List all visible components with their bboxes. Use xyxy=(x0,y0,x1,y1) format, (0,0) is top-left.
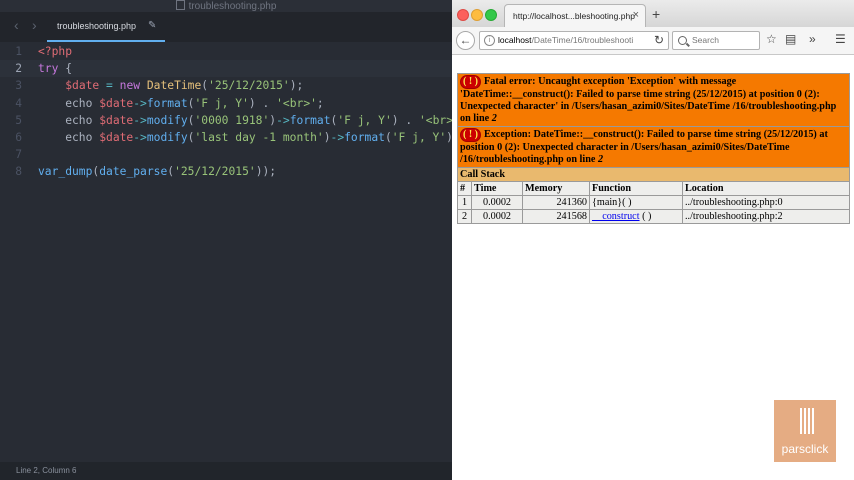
nav-back-icon[interactable]: ‹ xyxy=(14,17,19,33)
bookmark-star-icon[interactable]: ☆ xyxy=(766,32,777,46)
code-line[interactable]: 2 try { xyxy=(0,60,452,78)
stack-time: 0.0002 xyxy=(471,209,523,224)
menu-icon[interactable]: ☰ xyxy=(835,32,846,46)
stack-time: 0.0002 xyxy=(471,195,523,210)
stack-location: ../troubleshooting.php:2 xyxy=(682,209,850,224)
column-header: Function xyxy=(589,181,683,196)
construct-doc-link[interactable]: __construct xyxy=(592,211,640,222)
maximize-window-icon[interactable] xyxy=(485,9,497,21)
stack-function: __construct ( ) xyxy=(589,209,683,224)
call-stack-columns: # Time Memory Function Location xyxy=(457,181,850,196)
address-bar[interactable]: i localhost/DateTime/16/troubleshootin ↻ xyxy=(479,31,669,50)
fatal-error-line: 2 xyxy=(491,113,497,124)
code-line[interactable]: 8 var_dump(date_parse('25/12/2015')); xyxy=(0,163,452,180)
stack-index: 2 xyxy=(457,209,472,224)
document-icon xyxy=(175,0,185,10)
table-row: 1 0.0002 241360 {main}( ) ../troubleshoo… xyxy=(457,195,850,210)
nav-forward-icon[interactable]: › xyxy=(32,17,37,33)
line-number: 3 xyxy=(15,79,22,93)
code-text: echo $date->modify('0000 1918')->format(… xyxy=(38,113,452,127)
reading-list-icon[interactable]: ▤ xyxy=(785,32,796,46)
call-stack-title: Call Stack xyxy=(457,167,850,182)
exception-row: ( ! ) Exception: DateTime::__construct():… xyxy=(457,126,850,168)
error-bang-icon: ( ! ) xyxy=(460,75,481,89)
search-icon xyxy=(678,36,687,45)
info-icon[interactable]: i xyxy=(484,35,495,46)
code-text: echo $date->format('F j, Y') . '<br>'; xyxy=(38,96,324,110)
browser-tab-title: http://localhost...bleshooting.php xyxy=(513,11,635,21)
exception-message: Exception: DateTime::__construct(): Fail… xyxy=(460,129,828,165)
search-placeholder: Search xyxy=(692,35,719,45)
line-number: 6 xyxy=(15,131,22,144)
logo-text: parsclick xyxy=(781,442,829,456)
column-header: Memory xyxy=(522,181,590,196)
minimize-window-icon[interactable] xyxy=(471,9,483,21)
close-window-icon[interactable] xyxy=(457,9,469,21)
code-editor: troubleshooting.php ‹ › troubleshooting.… xyxy=(0,0,452,480)
line-number: 1 xyxy=(15,45,22,58)
stack-memory: 241360 xyxy=(522,195,590,210)
code-text: var_dump(date_parse('25/12/2015')); xyxy=(38,165,277,179)
code-text: $date = new DateTime('25/12/2015'); xyxy=(65,79,304,93)
stack-index: 1 xyxy=(457,195,472,210)
code-area[interactable]: 1 <?php 2 try {3 $date = new DateTime('25/1… xyxy=(0,42,452,452)
code-line[interactable]: 4 echo $date->format('F j, Y') . '<br>'; xyxy=(0,95,452,112)
search-input[interactable]: Search xyxy=(672,31,760,50)
reload-icon[interactable]: ↻ xyxy=(654,33,664,47)
xdebug-error-table: ( ! ) Fatal error: Uncaught exception 'Ex… xyxy=(457,73,850,224)
parsclick-logo: parsclick xyxy=(774,400,836,462)
stack-function: {main}( ) xyxy=(589,195,683,210)
column-header: Location xyxy=(682,181,850,196)
call-stack-header: Call Stack xyxy=(457,167,850,182)
status-bar: Line 2, Column 6 xyxy=(0,462,452,480)
line-number: 8 xyxy=(15,165,22,179)
code-line[interactable]: 1 <?php xyxy=(0,43,452,60)
browser-toolbar: ← i localhost/DateTime/16/troubleshootin… xyxy=(452,27,854,55)
close-tab-icon[interactable]: × xyxy=(633,9,639,21)
column-header: Time xyxy=(471,181,523,196)
code-text: try { xyxy=(38,62,73,76)
exception-line: 2 xyxy=(597,154,604,165)
line-number: 7 xyxy=(15,148,22,162)
browser-titlebar: http://localhost...bleshooting.php × + xyxy=(452,0,854,27)
fatal-error-row: ( ! ) Fatal error: Uncaught exception 'Ex… xyxy=(457,73,850,127)
stack-memory: 241568 xyxy=(522,209,590,224)
code-text: echo $date->modify('last day -1 month')-… xyxy=(38,131,452,144)
code-text: <?php xyxy=(38,45,73,58)
line-number: 5 xyxy=(15,113,22,127)
overflow-chevron-icon[interactable]: » xyxy=(809,32,816,46)
pencil-icon: ✎ xyxy=(148,20,157,31)
stack-location: ../troubleshooting.php:0 xyxy=(682,195,850,210)
back-button[interactable]: ← xyxy=(456,31,475,50)
column-header: # xyxy=(457,181,472,196)
tab-troubleshooting-php[interactable]: troubleshooting.php ✎ xyxy=(47,12,165,42)
tab-label: troubleshooting.php xyxy=(57,21,137,31)
logo-mark-icon xyxy=(798,408,814,436)
url-text: localhost/DateTime/16/troubleshootin xyxy=(498,35,633,45)
code-line[interactable]: 3 $date = new DateTime('25/12/2015'); xyxy=(0,77,452,94)
line-number: 2 xyxy=(15,62,22,76)
line-number: 4 xyxy=(15,96,22,110)
editor-tab-bar: ‹ › troubleshooting.php ✎ xyxy=(0,12,452,42)
fatal-error-message: Fatal error: Uncaught exception 'Excepti… xyxy=(460,76,837,124)
error-bang-icon: ( ! ) xyxy=(460,128,481,142)
code-line[interactable]: 6 echo $date->modify('last day -1 month'… xyxy=(0,129,452,146)
editor-window-title: troubleshooting.php xyxy=(0,0,452,12)
browser-tab[interactable]: http://localhost...bleshooting.php × xyxy=(504,4,646,27)
code-line[interactable]: 7 xyxy=(0,146,452,163)
code-line[interactable]: 5 echo $date->modify('0000 1918')->forma… xyxy=(0,112,452,129)
new-tab-icon[interactable]: + xyxy=(652,6,660,22)
table-row: 2 0.0002 241568 __construct ( ) ../troub… xyxy=(457,209,850,224)
